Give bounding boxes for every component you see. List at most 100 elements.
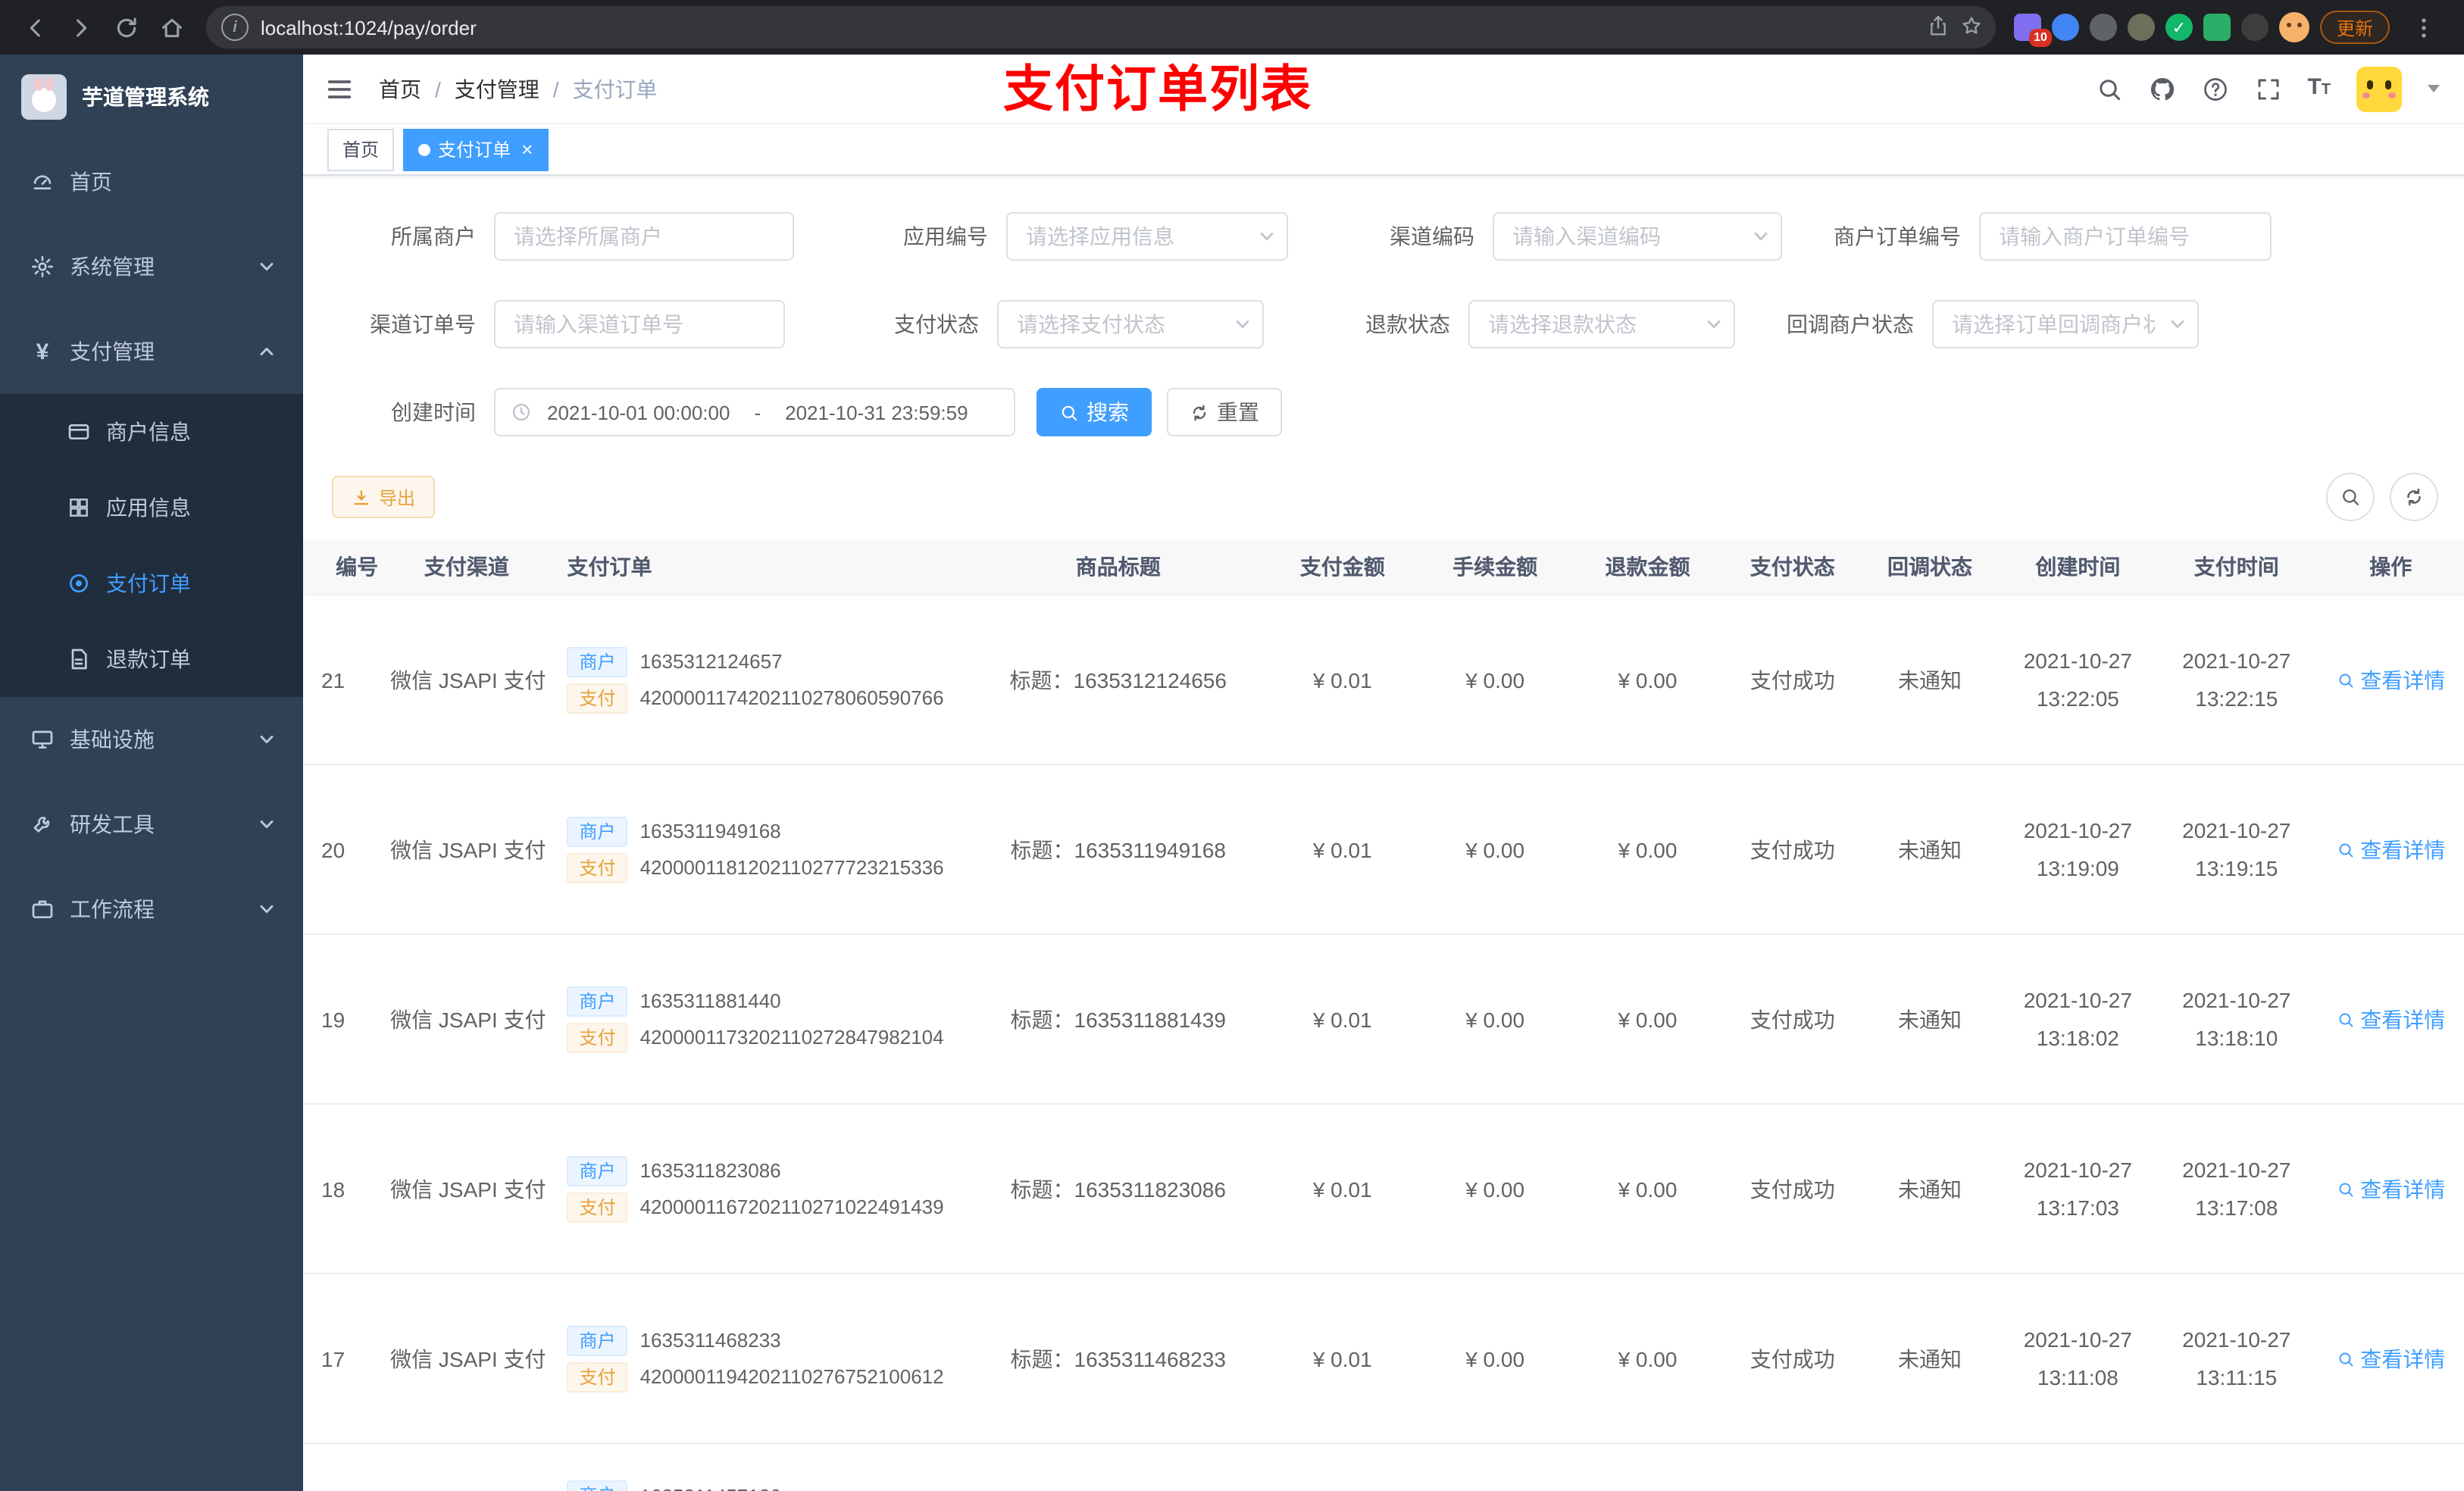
url-text[interactable]: localhost:1024/pay/order bbox=[261, 16, 1926, 39]
col-header-refund: 退款金额 bbox=[1571, 539, 1724, 595]
create-time-filter-label: 创建时间 bbox=[391, 400, 476, 424]
export-button[interactable]: 导出 bbox=[332, 476, 436, 518]
pay-status-input[interactable] bbox=[997, 300, 1264, 349]
extension-icon[interactable] bbox=[2089, 14, 2117, 41]
view-details-link[interactable]: 查看详情 bbox=[2336, 1343, 2445, 1374]
notify-status: 未通知 bbox=[1861, 1274, 1999, 1444]
app-logo[interactable]: 芋道管理系统 bbox=[0, 55, 303, 139]
filter-row-2: 渠道订单号 支付状态 退款状态 回调商户状态 bbox=[303, 300, 2464, 349]
header-search-icon[interactable] bbox=[2095, 75, 2122, 102]
app-no-input[interactable] bbox=[1006, 212, 1288, 261]
top-navbar: 首页 / 支付管理 / 支付订单 支付订单列表 TT bbox=[303, 55, 2464, 124]
sidebar-item-system[interactable]: 系统管理 bbox=[0, 224, 303, 309]
notify-status-input[interactable] bbox=[1932, 300, 2199, 349]
create-time: 2021-10-27 13:18:02 bbox=[2023, 988, 2132, 1049]
github-icon[interactable] bbox=[2148, 75, 2175, 102]
view-details-link[interactable]: 查看详情 bbox=[2336, 664, 2445, 695]
reset-button[interactable]: 重置 bbox=[1167, 388, 1282, 436]
sidebar-item-refund-order[interactable]: 退款订单 bbox=[0, 621, 303, 697]
caret-down-icon[interactable] bbox=[2428, 85, 2440, 92]
sidebar-item-label: 应用信息 bbox=[106, 495, 191, 520]
date-end-value[interactable]: 2021-10-31 23:59:59 bbox=[785, 401, 968, 424]
pay-status-select[interactable] bbox=[997, 300, 1264, 349]
extension-icon[interactable]: 10 bbox=[2013, 14, 2052, 47]
sidebar-toggle-icon[interactable] bbox=[324, 73, 355, 104]
reload-button[interactable] bbox=[106, 8, 145, 47]
sidebar-item-app-info[interactable]: 应用信息 bbox=[0, 470, 303, 545]
sidebar-item-home[interactable]: 首页 bbox=[0, 139, 303, 224]
logo-avatar bbox=[21, 74, 67, 120]
help-icon[interactable] bbox=[2201, 75, 2228, 102]
refund-status-input[interactable] bbox=[1468, 300, 1735, 349]
channel-code-input[interactable] bbox=[1493, 212, 1782, 261]
tab-home[interactable]: 首页 bbox=[327, 128, 395, 170]
refund-amount: ¥ 0.00 bbox=[1571, 1274, 1724, 1444]
sidebar-item-pay-order[interactable]: 支付订单 bbox=[0, 545, 303, 621]
channel-order-no-filter-input[interactable] bbox=[494, 300, 785, 349]
pay-submenu: 商户信息 应用信息 支付订单 退款订单 bbox=[0, 394, 303, 697]
breadcrumb-home[interactable]: 首页 bbox=[379, 73, 421, 104]
sidebar-item-infra[interactable]: 基础设施 bbox=[0, 697, 303, 782]
pinned-extension-icon[interactable] bbox=[2240, 14, 2269, 41]
pay-status: 支付成功 bbox=[1724, 934, 1862, 1105]
sidebar-item-merchant-info[interactable]: 商户信息 bbox=[0, 394, 303, 470]
close-icon[interactable]: × bbox=[521, 139, 533, 159]
merchant-filter-input[interactable] bbox=[494, 212, 794, 261]
view-details-link[interactable]: 查看详情 bbox=[2336, 1174, 2445, 1204]
bookmark-star-icon[interactable] bbox=[1959, 13, 1984, 42]
profile-avatar[interactable] bbox=[2278, 12, 2309, 42]
app-no-select[interactable] bbox=[1006, 212, 1288, 261]
tab-label: 支付订单 bbox=[438, 139, 511, 161]
pay-channel: 微信 JSAPI 支付 bbox=[390, 1274, 546, 1444]
share-icon[interactable] bbox=[1926, 13, 1950, 42]
refresh-table-button[interactable] bbox=[2390, 473, 2438, 521]
fullscreen-icon[interactable] bbox=[2254, 75, 2281, 102]
refund-status-filter-label: 退款状态 bbox=[1365, 312, 1450, 336]
search-button[interactable]: 搜索 bbox=[1037, 388, 1152, 436]
extension-icon[interactable]: ✓ bbox=[2165, 14, 2193, 41]
app-no-filter-label: 应用编号 bbox=[903, 224, 988, 248]
sidebar-item-devtools[interactable]: 研发工具 bbox=[0, 782, 303, 867]
user-avatar[interactable] bbox=[2356, 66, 2402, 111]
channel-code-select[interactable] bbox=[1493, 212, 1782, 261]
view-details-label: 查看详情 bbox=[2360, 1177, 2446, 1201]
sidebar-item-label: 基础设施 bbox=[70, 727, 155, 752]
target-icon bbox=[67, 571, 91, 595]
filter-row-1: 所属商户 应用编号 渠道编码 商户订单编号 bbox=[303, 212, 2464, 261]
notify-status-select[interactable] bbox=[1932, 300, 2199, 349]
merchant-order-no-input[interactable] bbox=[1979, 212, 2272, 261]
merchant-input[interactable] bbox=[494, 212, 794, 261]
chrome-update-button[interactable]: 更新 bbox=[2319, 11, 2390, 44]
refund-amount: ¥ 0.00 bbox=[1571, 1104, 1724, 1274]
date-start-value[interactable]: 2021-10-01 00:00:00 bbox=[547, 401, 730, 424]
refund-status-select[interactable] bbox=[1468, 300, 1735, 349]
extension-icon[interactable] bbox=[2051, 14, 2079, 41]
view-details-link[interactable]: 查看详情 bbox=[2336, 834, 2445, 864]
font-size-icon[interactable]: TT bbox=[2307, 73, 2331, 104]
create-time: 2021-10-27 13:17:03 bbox=[2023, 1158, 2132, 1219]
browser-home-button[interactable] bbox=[152, 8, 191, 47]
pay-order-cell: 商户 1635311457126 bbox=[543, 1443, 971, 1491]
pay-status: 支付成功 bbox=[1724, 1104, 1862, 1274]
site-info-icon[interactable]: i bbox=[221, 14, 249, 41]
toggle-search-button[interactable] bbox=[2326, 473, 2375, 521]
sidebar-item-workflow[interactable]: 工作流程 bbox=[0, 867, 303, 952]
address-bar[interactable]: i localhost:1024/pay/order bbox=[206, 6, 1996, 48]
pay-time: 2021-10-27 13:19:15 bbox=[2182, 818, 2291, 880]
extension-icon[interactable] bbox=[2127, 14, 2155, 41]
channel-order-no-input[interactable] bbox=[494, 300, 785, 349]
extension-icon[interactable] bbox=[2203, 14, 2231, 41]
back-button[interactable] bbox=[15, 8, 55, 47]
pay-order-no: 4200001173202110272847982104 bbox=[639, 1026, 944, 1049]
channel-code-filter-label: 渠道编码 bbox=[1390, 224, 1474, 248]
document-icon bbox=[67, 647, 91, 671]
sidebar-item-pay[interactable]: ¥ 支付管理 bbox=[0, 309, 303, 394]
product-title: 标题：1635311468233 bbox=[970, 1274, 1267, 1444]
view-details-link[interactable]: 查看详情 bbox=[2336, 1004, 2445, 1034]
tab-pay-order[interactable]: 支付订单 × bbox=[403, 128, 549, 170]
browser-menu-icon[interactable] bbox=[2403, 8, 2443, 47]
merchant-order-no: 1635311949168 bbox=[639, 820, 781, 842]
forward-button[interactable] bbox=[61, 8, 100, 47]
merchant-order-no-filter-input[interactable] bbox=[1979, 212, 2272, 261]
create-time-range-picker[interactable]: 2021-10-01 00:00:00 - 2021-10-31 23:59:5… bbox=[494, 388, 1015, 436]
